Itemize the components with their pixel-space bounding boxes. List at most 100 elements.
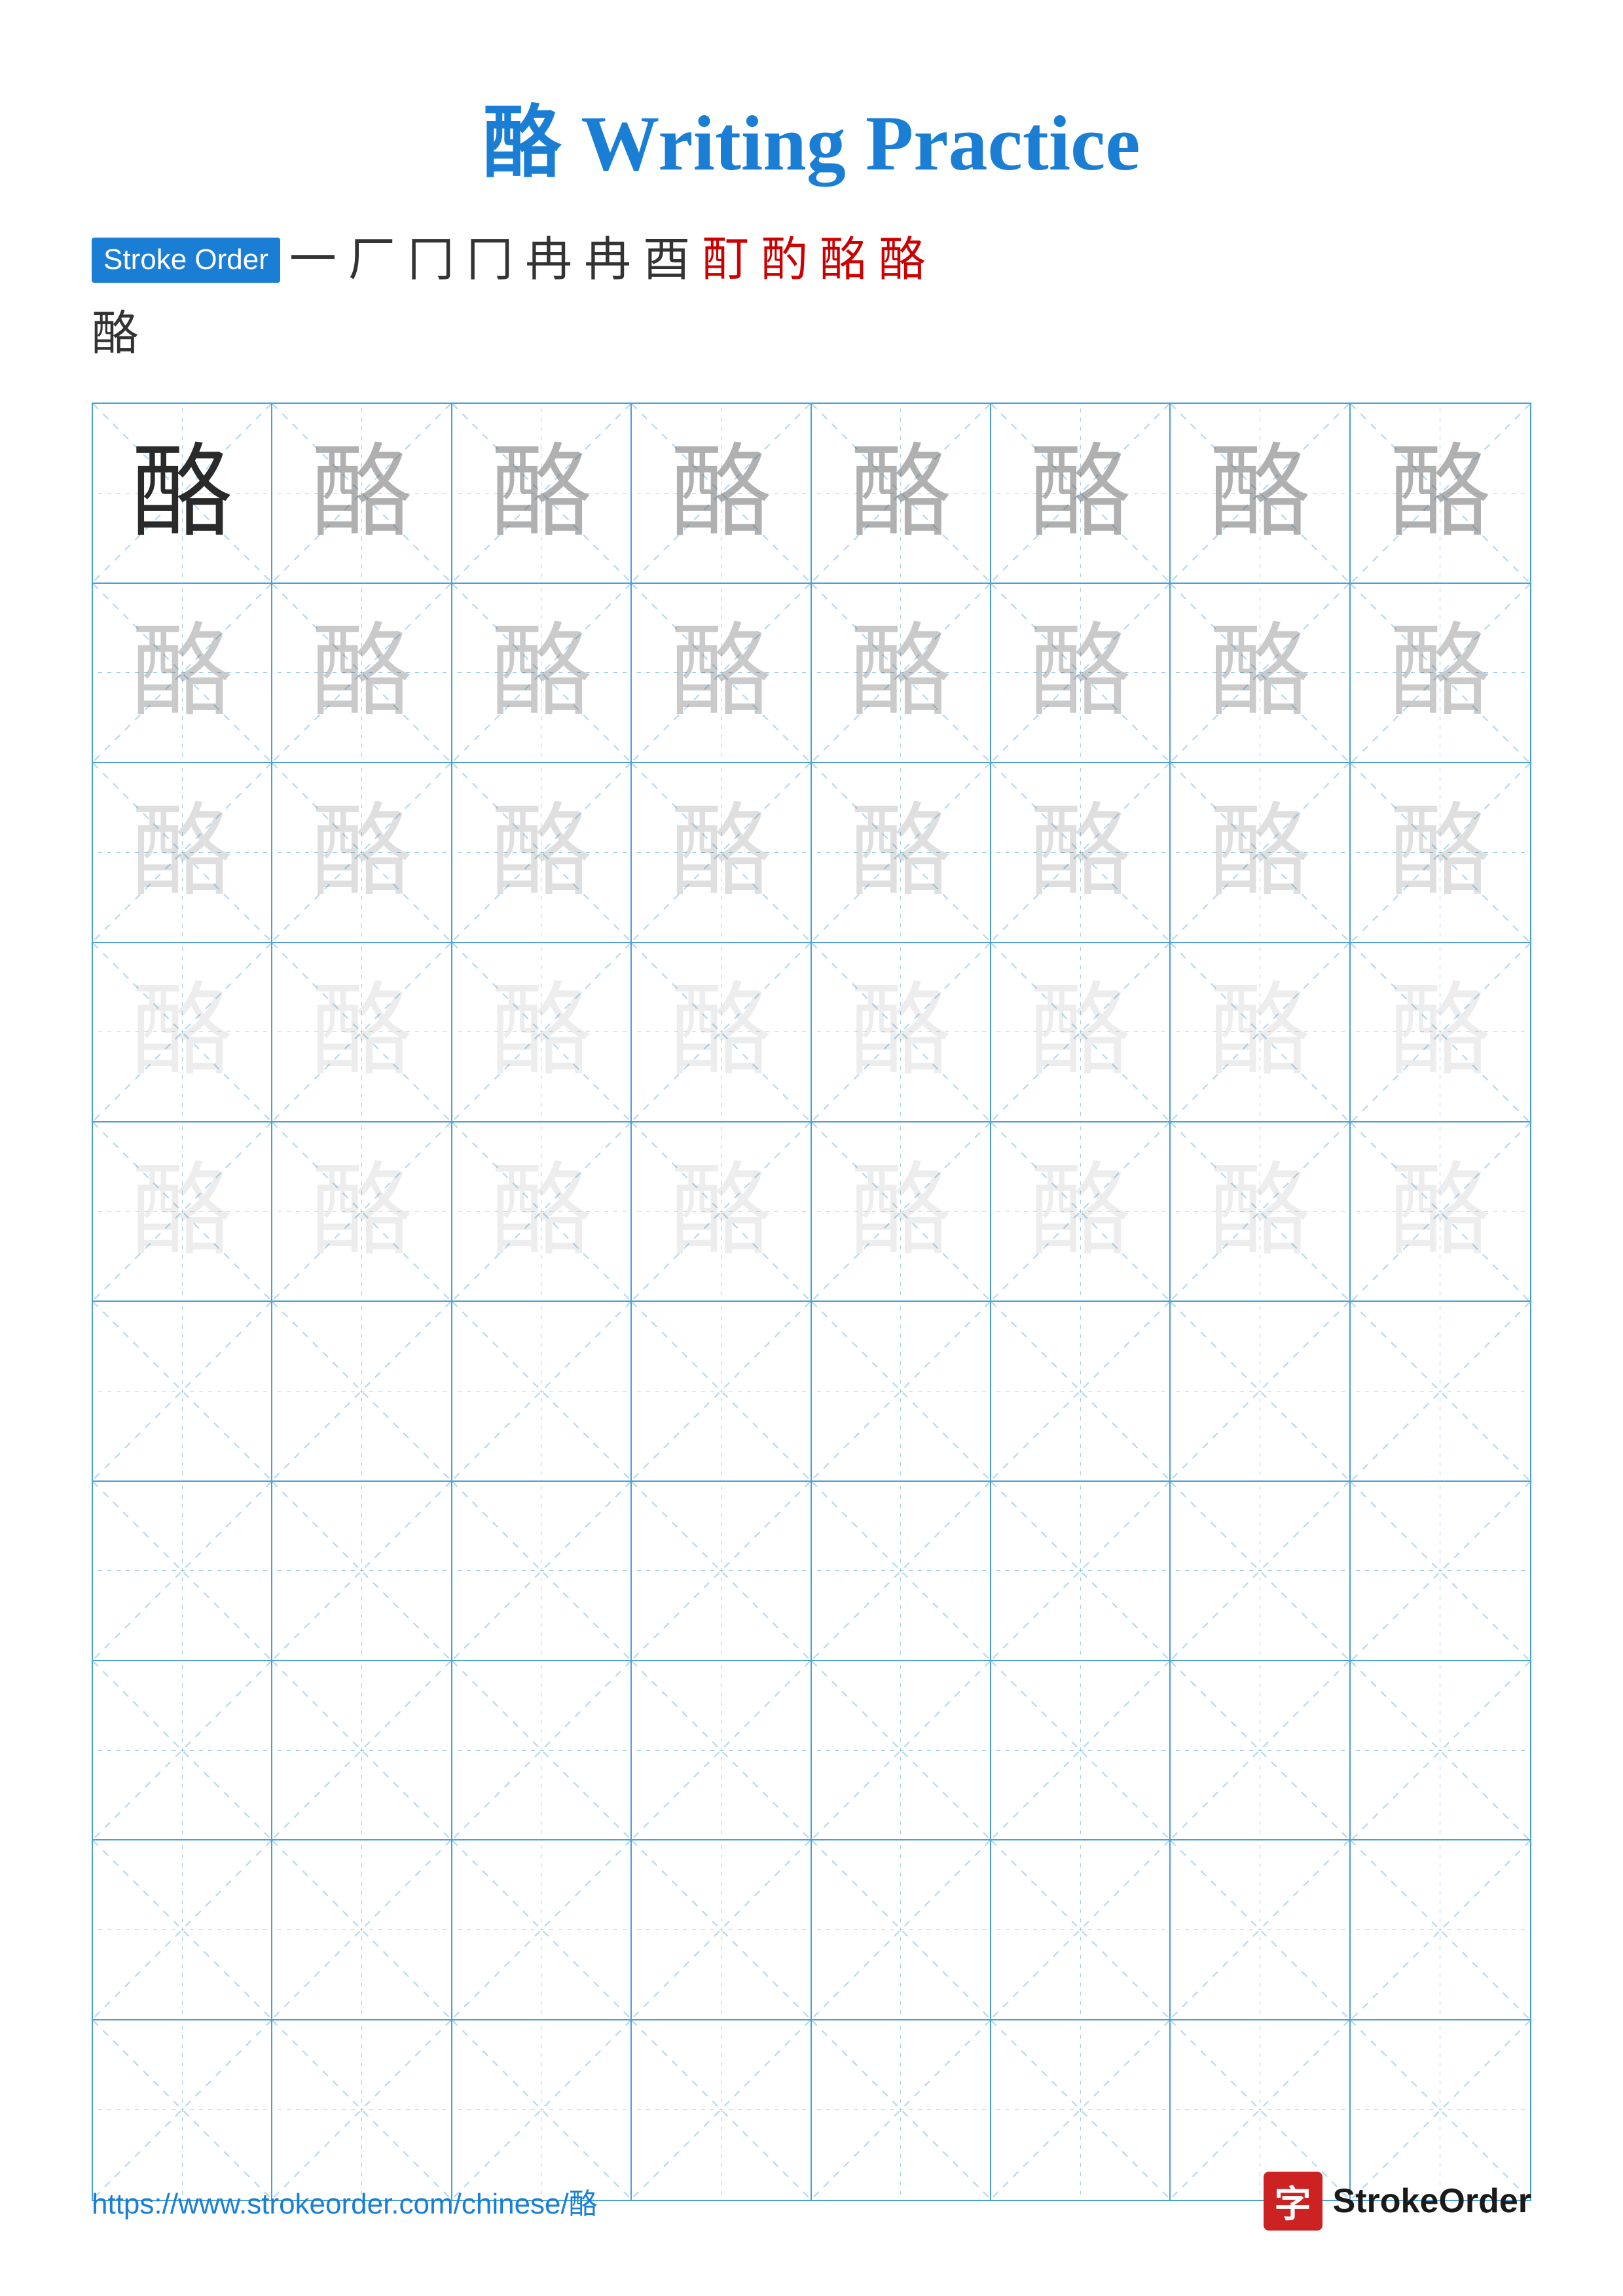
cell-2-7[interactable]: 酪 xyxy=(1171,584,1350,763)
stroke-2: 厂 xyxy=(348,232,395,288)
cell-9-7[interactable] xyxy=(1171,1840,1350,2020)
cell-5-5[interactable]: 酪 xyxy=(812,1122,991,1302)
cell-6-5[interactable] xyxy=(812,1302,991,1481)
cell-2-8[interactable]: 酪 xyxy=(1351,584,1530,763)
cell-4-8[interactable]: 酪 xyxy=(1351,943,1530,1122)
char-guide: 酪 xyxy=(490,802,592,903)
stroke-11: 酪 xyxy=(879,232,926,288)
cell-4-5[interactable]: 酪 xyxy=(812,943,991,1122)
cell-1-4[interactable]: 酪 xyxy=(632,404,811,583)
cell-4-1[interactable]: 酪 xyxy=(93,943,272,1122)
cell-3-4[interactable]: 酪 xyxy=(632,763,811,942)
cell-3-7[interactable]: 酪 xyxy=(1171,763,1350,942)
char-guide: 酪 xyxy=(311,442,412,544)
cell-7-4[interactable] xyxy=(632,1482,811,1661)
cell-4-6[interactable]: 酪 xyxy=(991,943,1171,1122)
cell-3-2[interactable]: 酪 xyxy=(272,763,452,942)
stroke-4: 冂 xyxy=(466,232,513,288)
cell-5-4[interactable]: 酪 xyxy=(632,1122,811,1302)
cell-6-4[interactable] xyxy=(632,1302,811,1481)
cell-5-3[interactable]: 酪 xyxy=(452,1122,632,1302)
cell-6-6[interactable] xyxy=(991,1302,1171,1481)
cell-7-2[interactable] xyxy=(272,1482,452,1661)
cell-9-3[interactable] xyxy=(452,1840,632,2020)
cell-2-5[interactable]: 酪 xyxy=(812,584,991,763)
char-guide: 酪 xyxy=(490,442,592,544)
cell-8-8[interactable] xyxy=(1351,1661,1530,1840)
cell-7-1[interactable] xyxy=(93,1482,272,1661)
cell-7-3[interactable] xyxy=(452,1482,632,1661)
cell-4-4[interactable]: 酪 xyxy=(632,943,811,1122)
char-guide: 酪 xyxy=(850,981,951,1083)
cell-4-3[interactable]: 酪 xyxy=(452,943,632,1122)
grid-row-8 xyxy=(93,1661,1530,1840)
cell-7-6[interactable] xyxy=(991,1482,1171,1661)
char-guide: 酪 xyxy=(1209,442,1311,544)
cell-8-2[interactable] xyxy=(272,1661,452,1840)
cell-1-3[interactable]: 酪 xyxy=(452,404,632,583)
cell-6-1[interactable] xyxy=(93,1302,272,1481)
cell-2-4[interactable]: 酪 xyxy=(632,584,811,763)
char-dark: 酪 xyxy=(132,442,233,544)
grid-row-2: 酪 酪 酪 酪 xyxy=(93,584,1530,763)
char-guide: 酪 xyxy=(1209,622,1311,723)
cell-6-7[interactable] xyxy=(1171,1302,1350,1481)
cell-7-5[interactable] xyxy=(812,1482,991,1661)
cell-1-8[interactable]: 酪 xyxy=(1351,404,1530,583)
stroke-order-row: Stroke Order 一 厂 冂 冂 冉 冉 酉 酊 酌 酩 酪 xyxy=(92,232,1531,288)
cell-5-6[interactable]: 酪 xyxy=(991,1122,1171,1302)
cell-9-5[interactable] xyxy=(812,1840,991,2020)
cell-5-8[interactable]: 酪 xyxy=(1351,1122,1530,1302)
cell-5-2[interactable]: 酪 xyxy=(272,1122,452,1302)
cell-3-1[interactable]: 酪 xyxy=(93,763,272,942)
cell-8-4[interactable] xyxy=(632,1661,811,1840)
cell-9-6[interactable] xyxy=(991,1840,1171,2020)
cell-8-3[interactable] xyxy=(452,1661,632,1840)
final-char: 酪 xyxy=(92,295,1531,363)
cell-2-2[interactable]: 酪 xyxy=(272,584,452,763)
cell-5-7[interactable]: 酪 xyxy=(1171,1122,1350,1302)
cell-1-5[interactable]: 酪 xyxy=(812,404,991,583)
cell-9-1[interactable] xyxy=(93,1840,272,2020)
cell-9-4[interactable] xyxy=(632,1840,811,2020)
footer-url-link[interactable]: https://www.strokeorder.com/chinese/酪 xyxy=(92,2180,598,2222)
char-guide: 酪 xyxy=(1209,981,1311,1083)
cell-3-8[interactable]: 酪 xyxy=(1351,763,1530,942)
cell-6-8[interactable] xyxy=(1351,1302,1530,1481)
cell-1-7[interactable]: 酪 xyxy=(1171,404,1350,583)
cell-9-2[interactable] xyxy=(272,1840,452,2020)
cell-8-7[interactable] xyxy=(1171,1661,1350,1840)
char-guide: 酪 xyxy=(670,622,772,723)
char-guide: 酪 xyxy=(1030,1161,1131,1263)
cell-3-6[interactable]: 酪 xyxy=(991,763,1171,942)
cell-1-2[interactable]: 酪 xyxy=(272,404,452,583)
stroke-5: 冉 xyxy=(525,232,572,288)
cell-1-6[interactable]: 酪 xyxy=(991,404,1171,583)
cell-1-1[interactable]: 酪 xyxy=(93,404,272,583)
cell-9-8[interactable] xyxy=(1351,1840,1530,2020)
char-guide: 酪 xyxy=(1030,622,1131,723)
cell-4-2[interactable]: 酪 xyxy=(272,943,452,1122)
cell-2-3[interactable]: 酪 xyxy=(452,584,632,763)
char-guide: 酪 xyxy=(311,802,412,903)
char-guide: 酪 xyxy=(1209,1161,1311,1263)
cell-6-2[interactable] xyxy=(272,1302,452,1481)
writing-grid[interactable]: 酪 酪 酪 酪 xyxy=(92,403,1531,2201)
char-guide: 酪 xyxy=(1389,802,1491,903)
cell-3-3[interactable]: 酪 xyxy=(452,763,632,942)
cell-7-8[interactable] xyxy=(1351,1482,1530,1661)
grid-row-9 xyxy=(93,1840,1530,2020)
cell-4-7[interactable]: 酪 xyxy=(1171,943,1350,1122)
stroke-8: 酊 xyxy=(702,232,749,288)
page-title: 酪 Writing Practice xyxy=(0,0,1623,232)
cell-8-6[interactable] xyxy=(991,1661,1171,1840)
cell-8-5[interactable] xyxy=(812,1661,991,1840)
char-guide: 酪 xyxy=(132,1161,233,1263)
cell-3-5[interactable]: 酪 xyxy=(812,763,991,942)
cell-5-1[interactable]: 酪 xyxy=(93,1122,272,1302)
cell-7-7[interactable] xyxy=(1171,1482,1350,1661)
cell-6-3[interactable] xyxy=(452,1302,632,1481)
cell-8-1[interactable] xyxy=(93,1661,272,1840)
cell-2-6[interactable]: 酪 xyxy=(991,584,1171,763)
cell-2-1[interactable]: 酪 xyxy=(93,584,272,763)
